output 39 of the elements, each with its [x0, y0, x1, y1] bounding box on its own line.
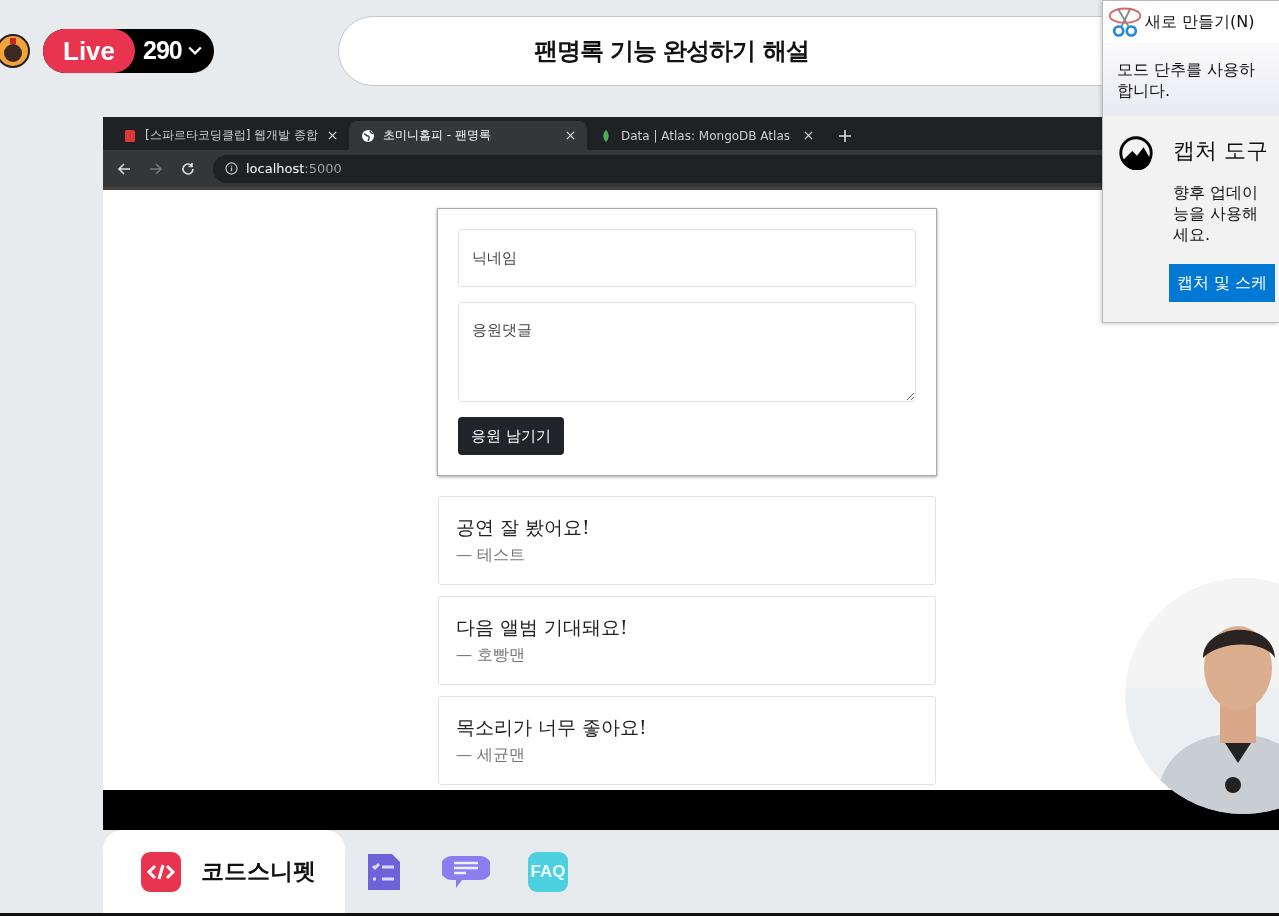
chevron-down-icon: [187, 45, 202, 56]
close-icon[interactable]: [804, 131, 813, 140]
comment-author: — 테스트: [456, 545, 527, 566]
nickname-field[interactable]: 닉네임: [458, 229, 916, 287]
comment-field[interactable]: 응원댓글: [458, 302, 916, 402]
new-tab-icon[interactable]: [839, 130, 851, 142]
comment-author: — 호빵맨: [456, 645, 527, 666]
comment-text: 공연 잘 봤어요!: [456, 515, 591, 540]
capture-button[interactable]: 캡처 및 스케: [1169, 264, 1276, 302]
browser-tab[interactable]: [스파르타코딩클럽] 웹개발 종합: [111, 121, 349, 150]
viewer-count-badge[interactable]: Live 290: [43, 28, 214, 73]
url-text: localhost:5000: [246, 161, 342, 176]
stream-title: 팬명록 기능 완성하기 해설: [533, 35, 809, 67]
popup-text: 세요.: [1173, 224, 1212, 245]
back-arrow-icon[interactable]: [117, 161, 131, 176]
comment-author: — 세균맨: [456, 745, 527, 766]
submit-button[interactable]: 응원 남기기: [458, 417, 564, 455]
mode-note-text: 모드 단추를 사용하: [1117, 58, 1257, 80]
browser-tab[interactable]: Data | Atlas: MongoDB Atlas: [587, 121, 825, 150]
close-icon[interactable]: [566, 131, 575, 140]
info-icon: [225, 162, 238, 175]
popup-text: 향후 업데이: [1173, 182, 1260, 203]
scissors-icon: [1107, 5, 1143, 39]
mode-note-text: 합니다.: [1117, 79, 1172, 101]
globe-icon: [361, 128, 375, 143]
forward-arrow-icon[interactable]: [149, 161, 163, 176]
browser-tab[interactable]: 초미니홈피 - 팬명록: [349, 121, 587, 150]
avatar-icon: [0, 33, 30, 68]
nav-tab[interactable]: 코드스니펫: [103, 830, 345, 913]
viewer-count: 290: [143, 36, 182, 65]
reload-icon[interactable]: [181, 161, 195, 176]
close-icon[interactable]: [328, 131, 337, 140]
code-icon: [141, 851, 181, 892]
popup-text: 능을 사용해: [1173, 203, 1260, 224]
comment-text: 다음 앨범 기대돼요!: [456, 615, 629, 640]
comment-text: 목소리가 너무 좋아요!: [456, 715, 648, 740]
faq-icon: FAQ: [528, 851, 568, 892]
book-icon: [123, 128, 137, 143]
live-badge: Live: [43, 28, 136, 73]
